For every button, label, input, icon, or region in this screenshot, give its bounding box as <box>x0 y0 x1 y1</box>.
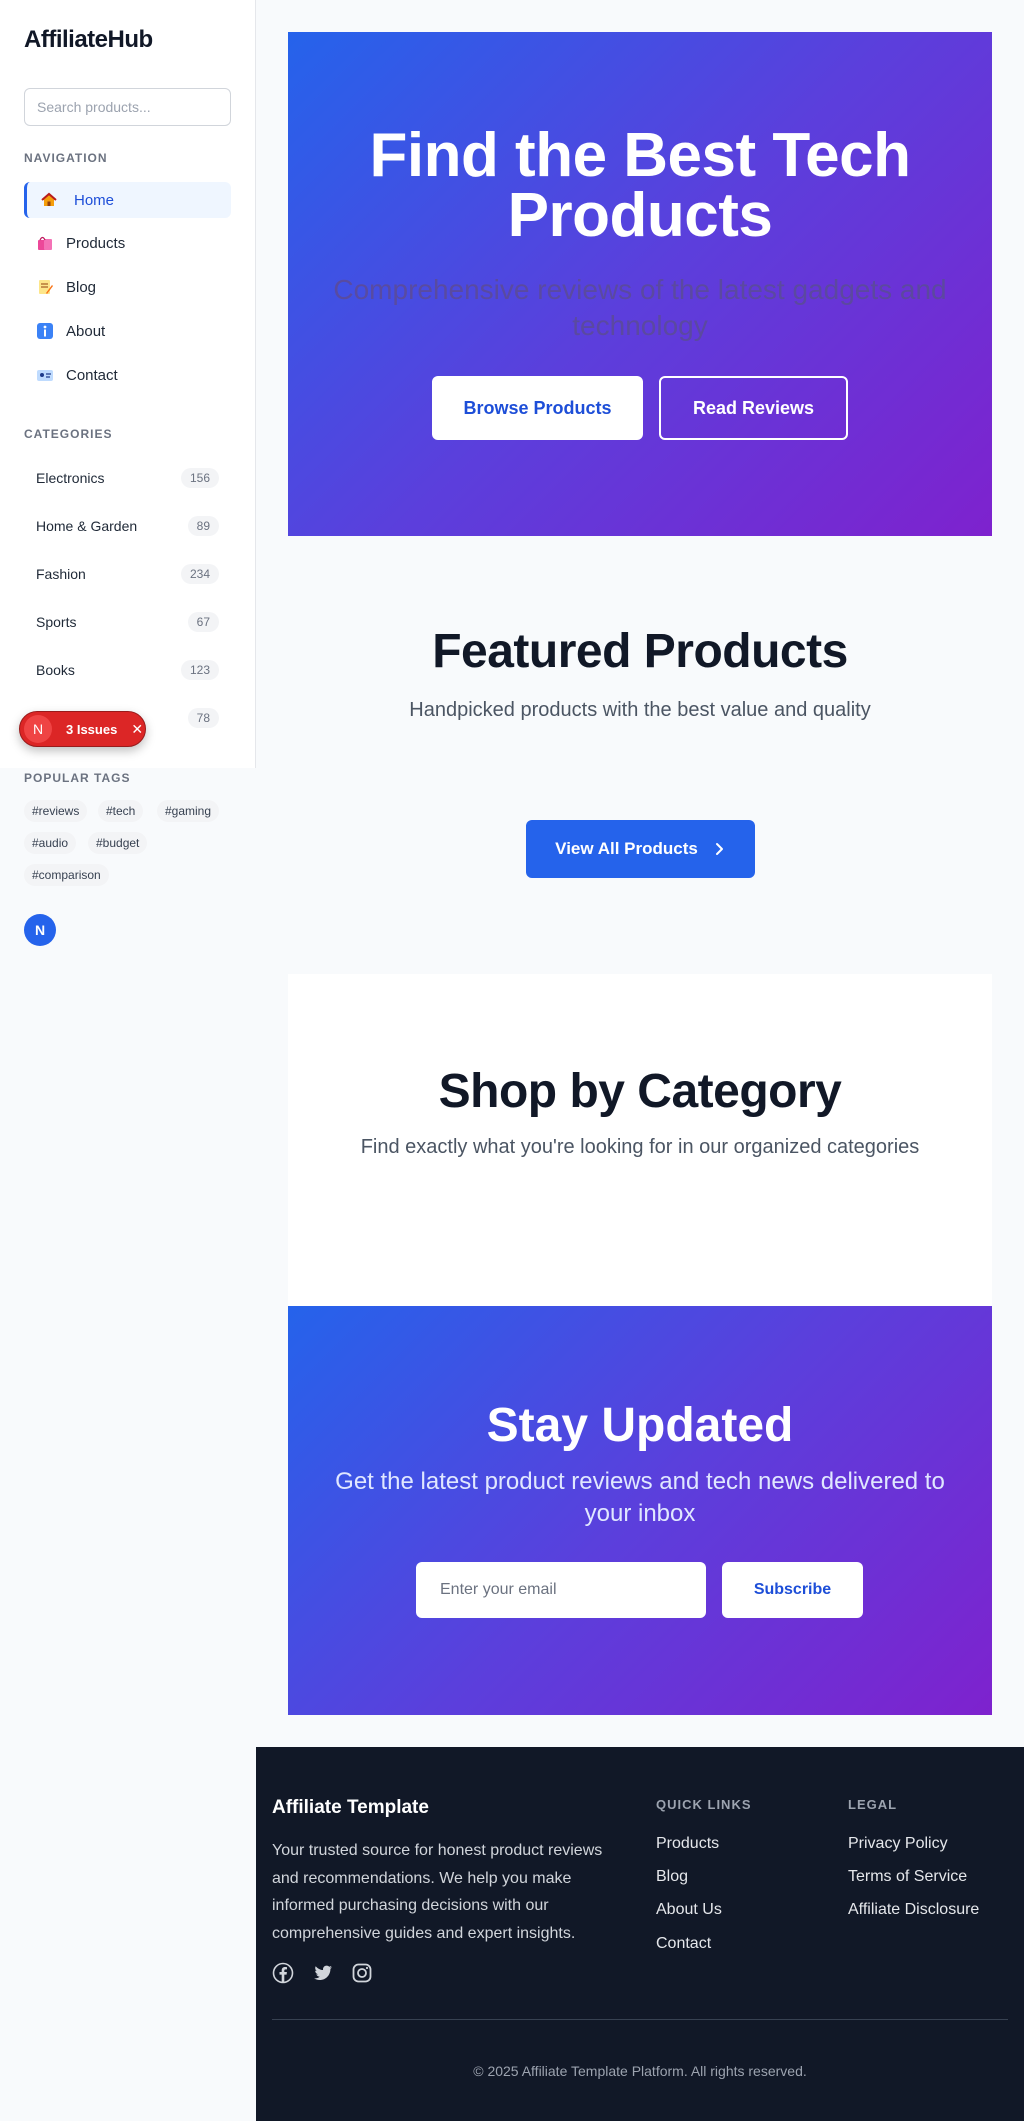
info-icon <box>36 322 54 340</box>
sidebar-item-products[interactable]: Products <box>24 225 231 261</box>
category-home-garden[interactable]: Home & Garden 89 <box>24 509 219 543</box>
tags-heading: POPULAR TAGS <box>24 771 131 785</box>
issues-count-label: 3 Issues <box>66 721 118 737</box>
footer-link-contact[interactable]: Contact <box>656 1935 711 1953</box>
close-icon[interactable]: ✕ <box>131 721 143 738</box>
hero-title: Find the Best Tech Products <box>369 121 911 250</box>
shop-subtitle: Find exactly what you're looking for in … <box>360 1136 920 1158</box>
sidebar-item-label: Blog <box>66 278 97 296</box>
featured-subtitle: Handpicked products with the best value … <box>409 699 871 721</box>
footer-link-blog[interactable]: Blog <box>656 1868 688 1886</box>
sidebar-item-label: About <box>66 322 106 340</box>
tag-reviews[interactable]: #reviews <box>24 800 88 822</box>
read-reviews-button[interactable]: Read Reviews <box>659 376 848 440</box>
avatar[interactable]: N <box>24 914 56 946</box>
site-logo[interactable]: AffiliateHub <box>24 26 153 54</box>
category-fashion[interactable]: Fashion 234 <box>24 557 219 591</box>
category-count-badge: 234 <box>180 564 219 584</box>
browse-products-button[interactable]: Browse Products <box>432 376 643 440</box>
shopping-bags-icon <box>36 234 54 252</box>
search-input[interactable] <box>24 88 231 126</box>
category-label: Electronics <box>36 470 105 486</box>
memo-icon <box>36 278 54 296</box>
sidebar-item-contact[interactable]: Contact <box>24 357 231 393</box>
sidebar: AffiliateHub NAVIGATION Home Products Bl… <box>0 0 256 768</box>
quick-links-heading: QUICK LINKS <box>656 1797 752 1812</box>
category-label: Books <box>36 662 75 678</box>
email-field[interactable] <box>416 1562 706 1618</box>
sidebar-item-home[interactable]: Home <box>24 182 231 218</box>
category-count-badge: 67 <box>187 612 219 632</box>
tag-budget[interactable]: #budget <box>88 832 148 854</box>
tag-audio[interactable]: #audio <box>24 832 77 854</box>
view-all-products-button[interactable]: View All Products <box>526 820 755 878</box>
category-count-badge: 156 <box>180 468 219 488</box>
category-label: Fashion <box>36 566 86 582</box>
tag-comparison[interactable]: #comparison <box>24 864 109 886</box>
footer-link-products[interactable]: Products <box>656 1835 719 1853</box>
category-count-badge: 78 <box>187 708 219 728</box>
hero-section: Find the Best Tech Products Comprehensiv… <box>288 32 992 536</box>
sidebar-item-label: Contact <box>66 366 118 384</box>
footer-link-terms-of-service[interactable]: Terms of Service <box>848 1868 967 1886</box>
categories-heading: CATEGORIES <box>24 427 113 441</box>
facebook-icon[interactable] <box>272 1962 294 1984</box>
category-label: Sports <box>36 614 77 630</box>
category-count-badge: 123 <box>180 660 219 680</box>
copyright: © 2025 Affiliate Template Platform. All … <box>473 2063 807 2079</box>
legal-heading: LEGAL <box>848 1797 898 1812</box>
category-label: Home & Garden <box>36 518 138 534</box>
issues-badge[interactable]: N 3 Issues ✕ <box>19 711 146 747</box>
newsletter-title: Stay Updated <box>486 1399 794 1452</box>
footer-link-privacy-policy[interactable]: Privacy Policy <box>848 1835 948 1853</box>
footer-divider <box>272 2019 1008 2020</box>
house-icon <box>40 191 58 209</box>
footer: Affiliate Template Your trusted source f… <box>256 1747 1024 2121</box>
twitter-icon[interactable] <box>312 1962 334 1984</box>
nextjs-logo-icon: N <box>24 715 52 743</box>
chevron-right-icon <box>715 843 723 855</box>
newsletter-subtitle: Get the latest product reviews and tech … <box>335 1468 945 1527</box>
newsletter-section: Stay Updated Get the latest product revi… <box>288 1306 992 1715</box>
category-books[interactable]: Books 123 <box>24 653 219 687</box>
footer-link-affiliate-disclosure[interactable]: Affiliate Disclosure <box>848 1901 979 1919</box>
tag-gaming[interactable]: #gaming <box>157 800 220 822</box>
button-label: View All Products <box>555 839 698 858</box>
category-count-badge: 89 <box>187 516 219 536</box>
sidebar-item-label: Products <box>66 234 126 252</box>
id-card-icon <box>36 366 54 384</box>
featured-section: Featured Products Handpicked products wi… <box>288 536 992 976</box>
subscribe-button[interactable]: Subscribe <box>722 1562 863 1618</box>
footer-description: Your trusted source for honest product r… <box>272 1842 603 1942</box>
sidebar-item-about[interactable]: About <box>24 313 231 349</box>
sidebar-item-label: Home <box>74 191 115 209</box>
category-electronics[interactable]: Electronics 156 <box>24 461 219 495</box>
footer-brand: Affiliate Template <box>272 1797 429 1818</box>
featured-title: Featured Products <box>432 625 848 678</box>
instagram-icon[interactable] <box>351 1962 373 1984</box>
shop-by-category-section: Shop by Category Find exactly what you'r… <box>288 974 992 1306</box>
sidebar-item-blog[interactable]: Blog <box>24 269 231 305</box>
shop-title: Shop by Category <box>438 1065 842 1118</box>
footer-link-about-us[interactable]: About Us <box>656 1901 722 1919</box>
nav-heading: NAVIGATION <box>24 151 108 165</box>
tag-tech[interactable]: #tech <box>98 800 144 822</box>
hero-subtitle: Comprehensive reviews of the latest gadg… <box>333 274 947 341</box>
category-sports[interactable]: Sports 67 <box>24 605 219 639</box>
